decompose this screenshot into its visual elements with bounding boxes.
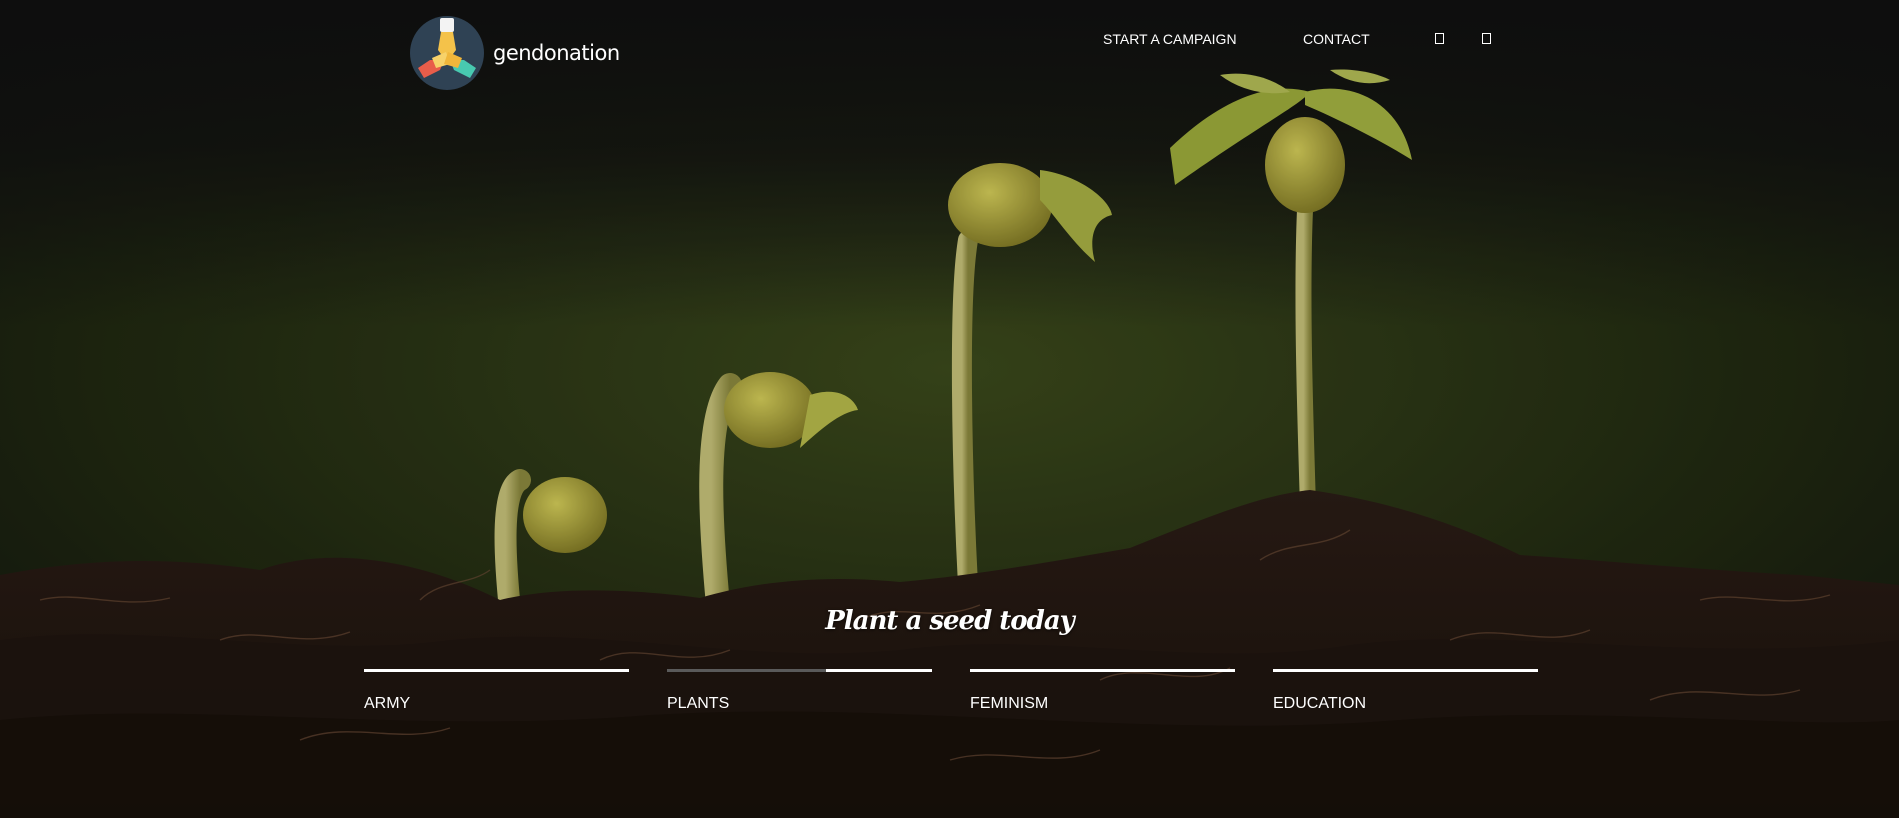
category-progress-fill xyxy=(826,669,932,672)
category-tab-education[interactable]: EDUCATION xyxy=(1273,669,1538,719)
social-icon[interactable] xyxy=(1482,33,1491,44)
category-tab-feminism[interactable]: FEMINISM xyxy=(970,669,1235,719)
category-progress-bar xyxy=(364,669,629,672)
brand[interactable]: gendonation xyxy=(410,16,620,90)
category-label: FEMINISM xyxy=(970,695,1049,712)
hands-circle-logo[interactable] xyxy=(410,16,484,90)
social-icon[interactable] xyxy=(1435,33,1444,44)
category-progress-bar xyxy=(667,669,932,672)
category-tab-plants[interactable]: PLANTS xyxy=(667,669,932,719)
hero-section: gendonation START A CAMPAIGN CONTACT Pla… xyxy=(0,0,1899,818)
category-label: ARMY xyxy=(364,695,411,712)
category-progress-bar xyxy=(1273,669,1538,672)
hero-background-image xyxy=(0,0,1899,818)
category-label: EDUCATION xyxy=(1273,695,1367,712)
top-navigation: START A CAMPAIGN CONTACT xyxy=(0,31,1899,51)
category-progress-bar xyxy=(970,669,1235,672)
contact-link[interactable]: CONTACT xyxy=(1303,31,1370,47)
category-tab-army[interactable]: ARMY xyxy=(364,669,629,719)
start-campaign-link[interactable]: START A CAMPAIGN xyxy=(1103,31,1237,47)
category-label: PLANTS xyxy=(667,695,730,712)
hero-tagline: Plant a seed today xyxy=(825,606,1075,636)
